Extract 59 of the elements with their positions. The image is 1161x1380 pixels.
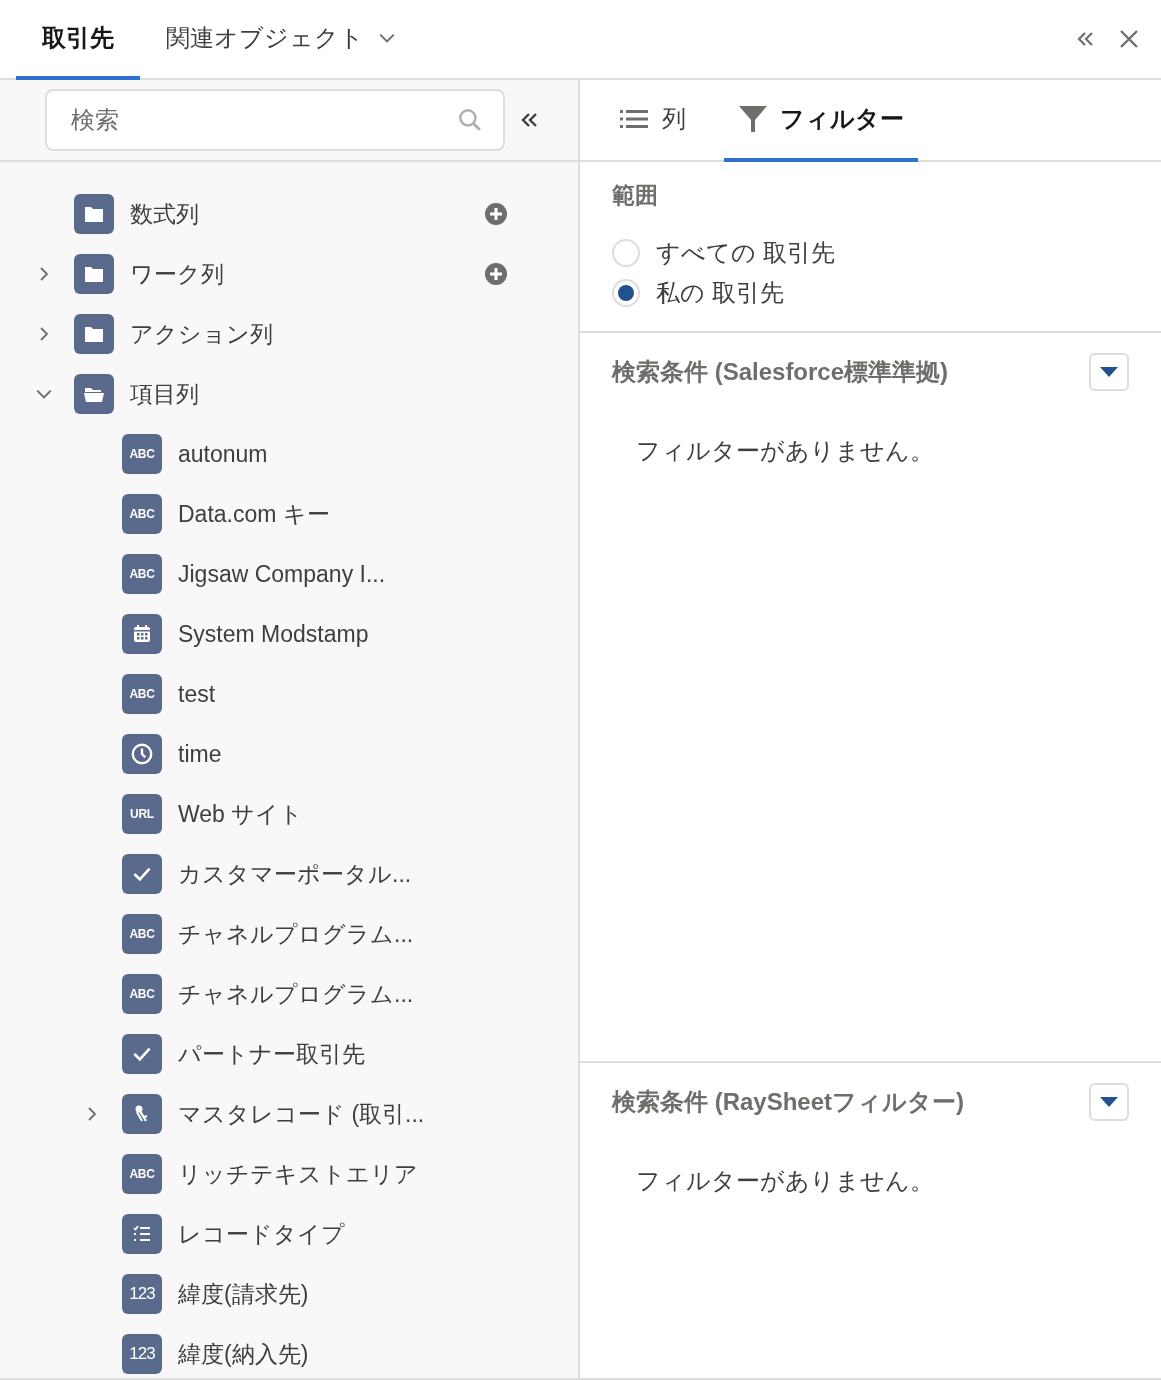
field-label[interactable]: Jigsaw Company I... <box>178 560 386 588</box>
search-field[interactable]: 検索 <box>45 89 505 151</box>
field-type-icon: ABC <box>122 494 162 534</box>
field-label[interactable]: リッチテキストエリア <box>178 1158 418 1190</box>
caret-down-icon <box>1099 1095 1119 1109</box>
scope-label: 範囲 <box>612 181 659 210</box>
folder-label[interactable]: 項目列 <box>130 378 199 410</box>
field-label[interactable]: レコードタイプ <box>178 1218 345 1250</box>
panel-tab[interactable]: フィルター <box>724 80 918 162</box>
field-type-icon: ABC <box>122 974 162 1014</box>
empty-message: フィルターがありません。 <box>635 1166 935 1196</box>
field-label[interactable]: マスタレコード (取引... <box>178 1098 425 1130</box>
field-label[interactable]: Data.com キー <box>178 498 330 530</box>
checkmark-icon <box>122 1034 162 1074</box>
field-type-icon: ABC <box>122 434 162 474</box>
object-tab[interactable]: 関連オブジェクト <box>140 0 422 80</box>
field-label[interactable]: autonum <box>178 440 268 468</box>
field-type-icon: ABC <box>122 1154 162 1194</box>
checkmark-icon <box>122 854 162 894</box>
filter-icon <box>738 104 768 134</box>
field-label[interactable]: カスタマーポータル... <box>178 858 412 890</box>
dropdown-button[interactable] <box>1089 1083 1129 1121</box>
field-type-icon: 123 <box>122 1334 162 1374</box>
field-label[interactable]: test <box>178 680 216 708</box>
caret-down-icon <box>1099 365 1119 379</box>
field-label[interactable]: time <box>178 740 222 768</box>
calendar-icon <box>122 614 162 654</box>
field-label[interactable]: System Modstamp <box>178 620 369 648</box>
dropdown-button[interactable] <box>1089 353 1129 391</box>
section-title: 検索条件 (Salesforce標準準拠) <box>612 357 949 387</box>
field-type-icon: ABC <box>122 674 162 714</box>
list-icon <box>620 107 650 131</box>
add-icon[interactable] <box>484 202 508 226</box>
field-type-icon: ABC <box>122 554 162 594</box>
add-icon[interactable] <box>484 262 508 286</box>
folder-label[interactable]: アクション列 <box>130 318 273 350</box>
folder-label[interactable]: ワーク列 <box>130 258 224 290</box>
field-type-icon: URL <box>122 794 162 834</box>
field-type-icon: ABC <box>122 914 162 954</box>
field-label[interactable]: チャネルプログラム... <box>178 978 414 1010</box>
folder-icon <box>74 314 114 354</box>
folder-label[interactable]: 数式列 <box>130 198 199 230</box>
section-title: 検索条件 (RaySheetフィルター) <box>612 1087 965 1117</box>
empty-message: フィルターがありません。 <box>635 436 935 466</box>
checklist-icon <box>122 1214 162 1254</box>
panel-tab[interactable]: 列 <box>606 80 700 162</box>
field-label[interactable]: Web サイト <box>178 798 304 830</box>
clock-icon <box>122 734 162 774</box>
field-type-icon: 123 <box>122 1274 162 1314</box>
field-label[interactable]: チャネルプログラム... <box>178 918 414 950</box>
field-label[interactable]: 緯度(納入先) <box>178 1338 309 1370</box>
open-folder-icon <box>74 374 114 414</box>
scope-radio[interactable]: 私の 取引先 <box>612 273 784 313</box>
field-label[interactable]: パートナー取引先 <box>178 1038 365 1070</box>
field-label[interactable]: 緯度(請求先) <box>178 1278 309 1310</box>
search-icon <box>457 107 483 133</box>
scope-radio[interactable]: すべての 取引先 <box>612 233 835 273</box>
folder-icon <box>74 254 114 294</box>
folder-icon <box>74 194 114 234</box>
